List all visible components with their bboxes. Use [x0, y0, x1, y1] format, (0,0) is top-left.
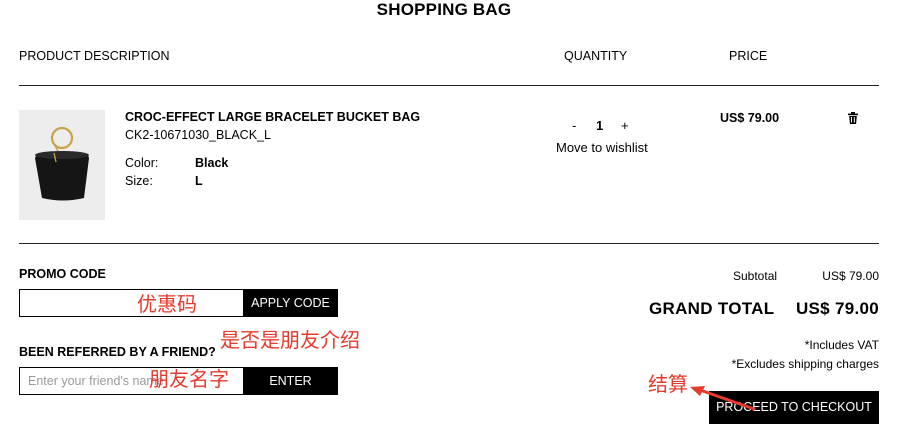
subtotal-value: US$ 79.00 — [822, 269, 879, 283]
page-title: SHOPPING BAG — [376, 0, 512, 19]
annotation-arrow-icon — [690, 386, 756, 411]
annotation-referred-by-friend: 是否是朋友介绍 — [220, 328, 360, 352]
subtotal-label: Subtotal — [733, 269, 778, 283]
quantity-value: 1 — [596, 118, 604, 133]
annotation-checkout: 结算 — [648, 372, 688, 396]
annotation-friend-name: 朋友名字 — [149, 367, 229, 391]
annotation-promo-code: 优惠码 — [137, 292, 197, 316]
enter-referral-button[interactable]: ENTER — [243, 367, 338, 395]
remove-item-button[interactable] — [846, 111, 860, 130]
move-to-wishlist-link[interactable]: Move to wishlist — [556, 140, 648, 155]
size-value: L — [195, 174, 203, 188]
item-divider — [19, 243, 879, 244]
color-value: Black — [195, 156, 229, 170]
bucket-bag-image — [35, 126, 89, 201]
referred-by-friend-label: BEEN REFERRED BY A FRIEND? — [19, 345, 216, 359]
promo-code-field[interactable] — [19, 289, 245, 317]
promo-code-label: PROMO CODE — [19, 267, 106, 281]
product-sku: CK2-10671030_BLACK_L — [125, 128, 271, 142]
product-name[interactable]: CROC-EFFECT LARGE BRACELET BUCKET BAG — [125, 110, 420, 125]
quantity-decrease-button[interactable]: - — [572, 118, 576, 133]
header-divider — [19, 85, 879, 86]
apply-code-button[interactable]: APPLY CODE — [243, 289, 338, 317]
color-label: Color: — [125, 156, 159, 170]
column-header-price: PRICE — [729, 49, 768, 63]
quantity-increase-button[interactable]: + — [621, 118, 629, 133]
item-price: US$ 79.00 — [720, 111, 780, 125]
grand-total-label: GRAND TOTAL — [649, 299, 775, 318]
size-label: Size: — [125, 174, 153, 188]
grand-total-value: US$ 79.00 — [795, 299, 879, 318]
column-header-product-description: PRODUCT DESCRIPTION — [19, 49, 170, 63]
promo-code-input[interactable] — [20, 290, 244, 316]
trash-icon — [848, 112, 858, 124]
column-header-quantity: QUANTITY — [564, 49, 628, 63]
shipping-note: *Excludes shipping charges — [731, 357, 879, 371]
product-image[interactable] — [19, 110, 105, 220]
vat-note: *Includes VAT — [804, 338, 879, 352]
